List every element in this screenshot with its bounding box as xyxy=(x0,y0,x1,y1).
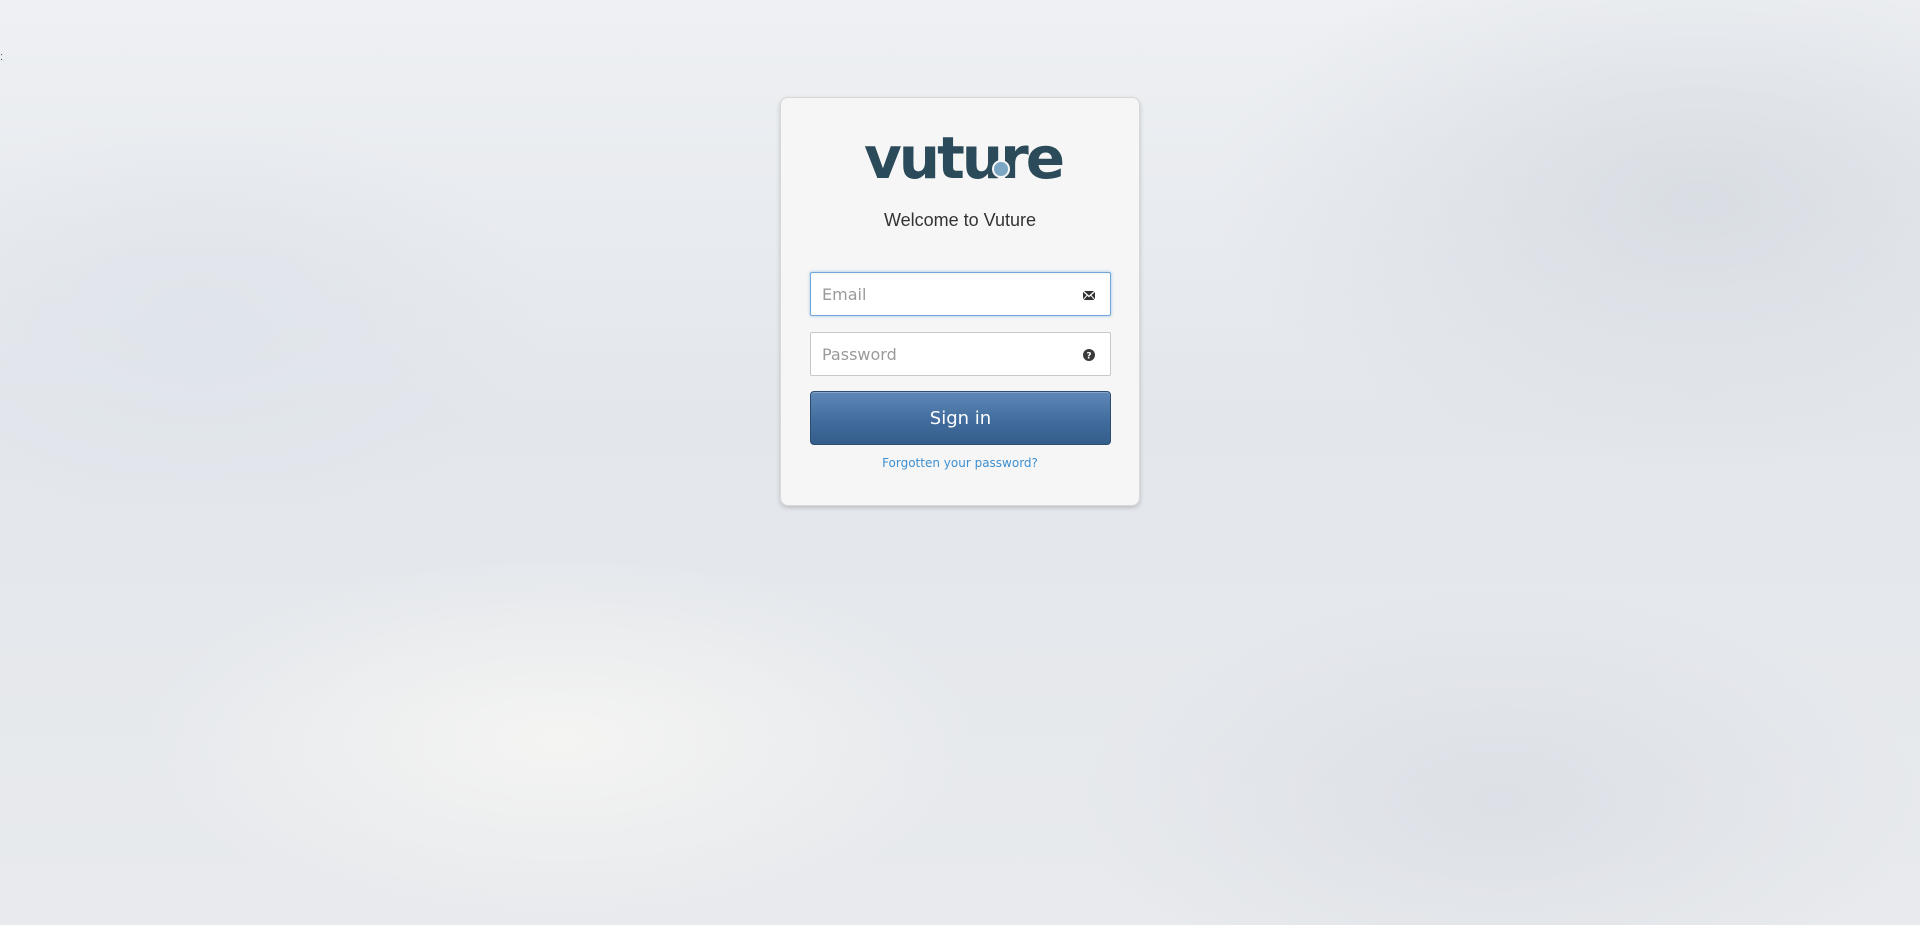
logo-dot xyxy=(992,160,1010,178)
vuture-logo: vuture xyxy=(861,128,1065,188)
sign-in-button[interactable]: Sign in xyxy=(810,391,1111,445)
logo-wordmark: vuture xyxy=(864,128,1063,188)
svg-text:?: ? xyxy=(1086,352,1091,362)
email-field[interactable] xyxy=(811,273,1110,315)
envelope-icon xyxy=(1082,288,1096,302)
login-card: vuture Welcome to Vuture ? Sign in Forgo… xyxy=(780,97,1140,506)
password-field[interactable] xyxy=(811,333,1110,375)
email-field-wrapper xyxy=(810,272,1111,316)
forgot-password-link[interactable]: Forgotten your password? xyxy=(781,456,1139,470)
question-circle-icon[interactable]: ? xyxy=(1082,348,1096,362)
password-field-wrapper: ? xyxy=(810,332,1111,376)
welcome-heading: Welcome to Vuture xyxy=(883,210,1037,230)
edge-mark: : xyxy=(0,51,4,63)
